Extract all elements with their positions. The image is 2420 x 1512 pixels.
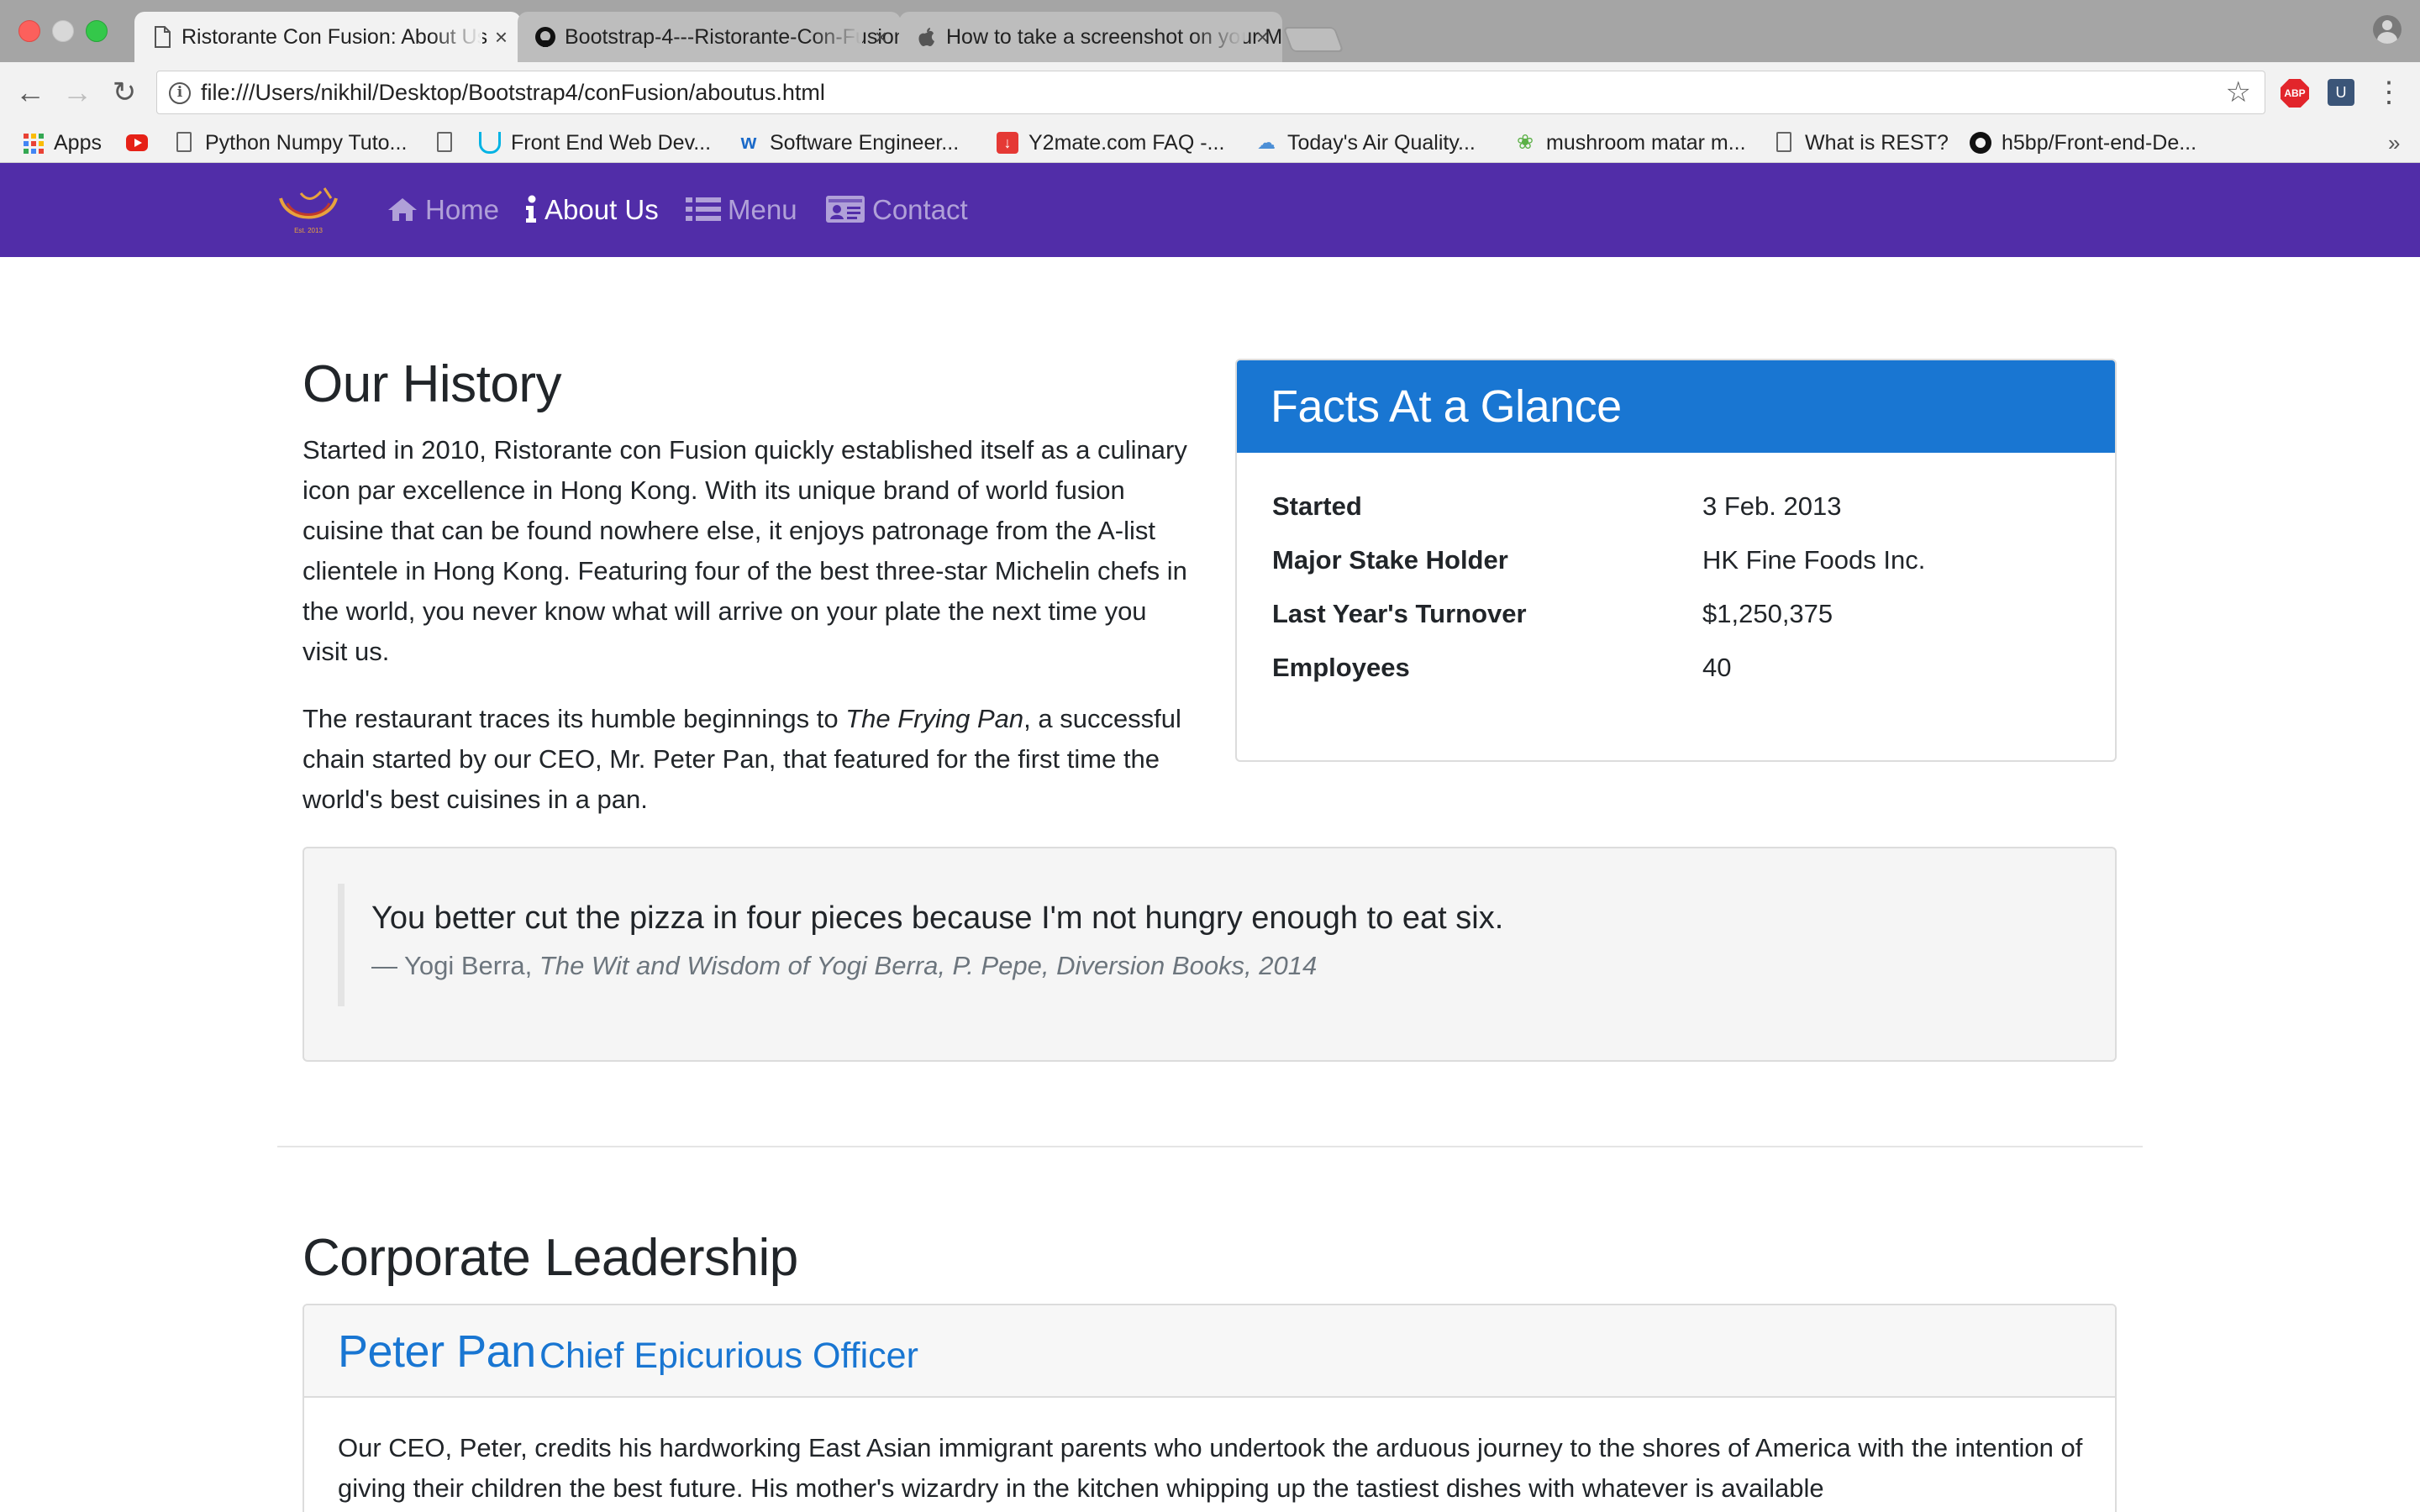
bookmark-star-icon[interactable]: ☆ xyxy=(2226,71,2251,113)
nav-menu-label: Menu xyxy=(728,194,797,225)
leader-card-header: Peter Pan Chief Epicurious Officer xyxy=(304,1305,2115,1398)
fact-label: Employees xyxy=(1272,653,1410,682)
address-bar[interactable]: i file:///Users/nikhil/Desktop/Bootstrap… xyxy=(156,71,2265,114)
apple-icon xyxy=(918,28,934,46)
w-logo-icon: w xyxy=(740,131,757,154)
fact-row-stake-holder: Major Stake Holder HK Fine Foods Inc. xyxy=(1272,545,2096,599)
frying-pan-emphasis: The Frying Pan xyxy=(845,704,1024,733)
leader-bio: Our CEO, Peter, credits his hardworking … xyxy=(338,1433,2083,1503)
section-divider xyxy=(277,1146,2143,1147)
github-icon xyxy=(535,27,555,47)
leaf-icon: ❀ xyxy=(1516,131,1534,154)
udacity-icon xyxy=(479,132,501,154)
fact-row-turnover: Last Year's Turnover $1,250,375 xyxy=(1272,599,2096,653)
home-icon xyxy=(388,198,417,222)
download-icon: ↓ xyxy=(997,132,1018,154)
fact-label: Major Stake Holder xyxy=(1272,545,1508,575)
address-card-icon xyxy=(826,196,865,223)
history-paragraph-1: Started in 2010, Ristorante con Fusion q… xyxy=(302,435,1187,666)
quote-footer: — Yogi Berra, The Wit and Wisdom of Yogi… xyxy=(371,951,1317,981)
nav-home-label: Home xyxy=(425,194,500,225)
tab-close-icon[interactable]: × xyxy=(875,12,887,62)
nav-contact[interactable]: Contact xyxy=(825,163,968,257)
extension-icon[interactable]: U xyxy=(2328,79,2354,106)
forward-arrow-icon[interactable]: → xyxy=(60,76,94,109)
document-icon xyxy=(1776,132,1791,152)
leader-role: Chief Epicurious Officer xyxy=(539,1336,918,1376)
document-icon xyxy=(437,132,452,152)
history-paragraph-2: The restaurant traces its humble beginni… xyxy=(302,704,1181,814)
list-icon xyxy=(686,197,721,222)
more-menu-icon[interactable]: ⋮ xyxy=(2375,77,2403,108)
site-navbar: Est. 2013 Home About Us Menu Contact xyxy=(0,163,2420,257)
document-icon xyxy=(155,26,171,48)
cloud-icon: ☁ xyxy=(1257,132,1276,153)
facts-card-title: Facts At a Glance xyxy=(1237,360,2115,453)
bookmarks-overflow-icon[interactable]: » xyxy=(2388,123,2400,163)
info-icon xyxy=(526,195,536,223)
new-tab-button[interactable] xyxy=(1282,27,1344,52)
minimize-window-button[interactable] xyxy=(52,20,74,42)
apps-grid-icon xyxy=(22,132,44,154)
browser-tab-apple[interactable]: How to take a screenshot on your Mac × xyxy=(899,12,1282,62)
facts-card: Facts At a Glance Started 3 Feb. 2013 Ma… xyxy=(1235,359,2117,762)
history-heading: Our History xyxy=(302,355,561,413)
reload-icon[interactable]: ↻ xyxy=(108,76,141,109)
quote-text: You better cut the pizza in four pieces … xyxy=(371,900,1504,936)
svg-text:Est. 2013: Est. 2013 xyxy=(294,227,323,234)
fact-label: Started xyxy=(1272,491,1362,521)
browser-tab-github[interactable]: Bootstrap-4---Ristorante-Con-Fusion × xyxy=(518,12,901,62)
tab-close-icon[interactable]: × xyxy=(495,12,508,62)
browser-tab-strip: Ristorante Con Fusion: About Us × Bootst… xyxy=(0,0,2420,62)
quote-source: The Wit and Wisdom of Yogi Berra, P. Pep… xyxy=(539,951,1318,980)
fact-value: HK Fine Foods Inc. xyxy=(1702,545,1926,575)
blockquote-border xyxy=(338,884,345,1006)
close-window-button[interactable] xyxy=(18,20,40,42)
tab-close-icon[interactable]: × xyxy=(1256,12,1269,62)
leader-name: Peter Pan xyxy=(338,1326,536,1377)
nav-contact-label: Contact xyxy=(872,194,968,225)
youtube-icon xyxy=(126,134,148,151)
adblock-extension-icon[interactable]: ABP xyxy=(2281,79,2309,108)
github-icon xyxy=(1970,132,1991,154)
nav-menu[interactable]: Menu xyxy=(686,163,797,257)
fact-value: 3 Feb. 2013 xyxy=(1702,491,1842,521)
quote-card: You better cut the pizza in four pieces … xyxy=(302,847,2117,1062)
info-circle-icon[interactable]: i xyxy=(169,82,191,104)
url-text[interactable]: file:///Users/nikhil/Desktop/Bootstrap4/… xyxy=(201,71,825,113)
fact-label: Last Year's Turnover xyxy=(1272,599,1527,628)
fact-row-employees: Employees 40 xyxy=(1272,653,2096,706)
fact-value: 40 xyxy=(1702,653,1732,682)
nav-about-us[interactable]: About Us xyxy=(524,163,659,257)
leadership-heading: Corporate Leadership xyxy=(302,1229,798,1287)
fact-row-started: Started 3 Feb. 2013 xyxy=(1272,491,2096,545)
browser-toolbar: ← → ↻ i file:///Users/nikhil/Desktop/Boo… xyxy=(0,62,2420,123)
bookmarks-bar: Apps Python Numpy Tuto... Front End Web … xyxy=(0,123,2420,163)
browser-tab-aboutus[interactable]: Ristorante Con Fusion: About Us × xyxy=(134,12,521,62)
nav-about-label: About Us xyxy=(544,194,659,225)
restaurant-logo[interactable]: Est. 2013 xyxy=(276,186,341,235)
nav-home[interactable]: Home xyxy=(387,163,499,257)
fact-value: $1,250,375 xyxy=(1702,599,1833,628)
quote-author: — Yogi Berra, xyxy=(371,951,539,980)
back-arrow-icon[interactable]: ← xyxy=(13,76,47,109)
leader-card: Peter Pan Chief Epicurious Officer Our C… xyxy=(302,1304,2117,1512)
profile-icon[interactable] xyxy=(2373,15,2402,44)
document-icon xyxy=(176,132,192,152)
zoom-window-button[interactable] xyxy=(86,20,108,42)
